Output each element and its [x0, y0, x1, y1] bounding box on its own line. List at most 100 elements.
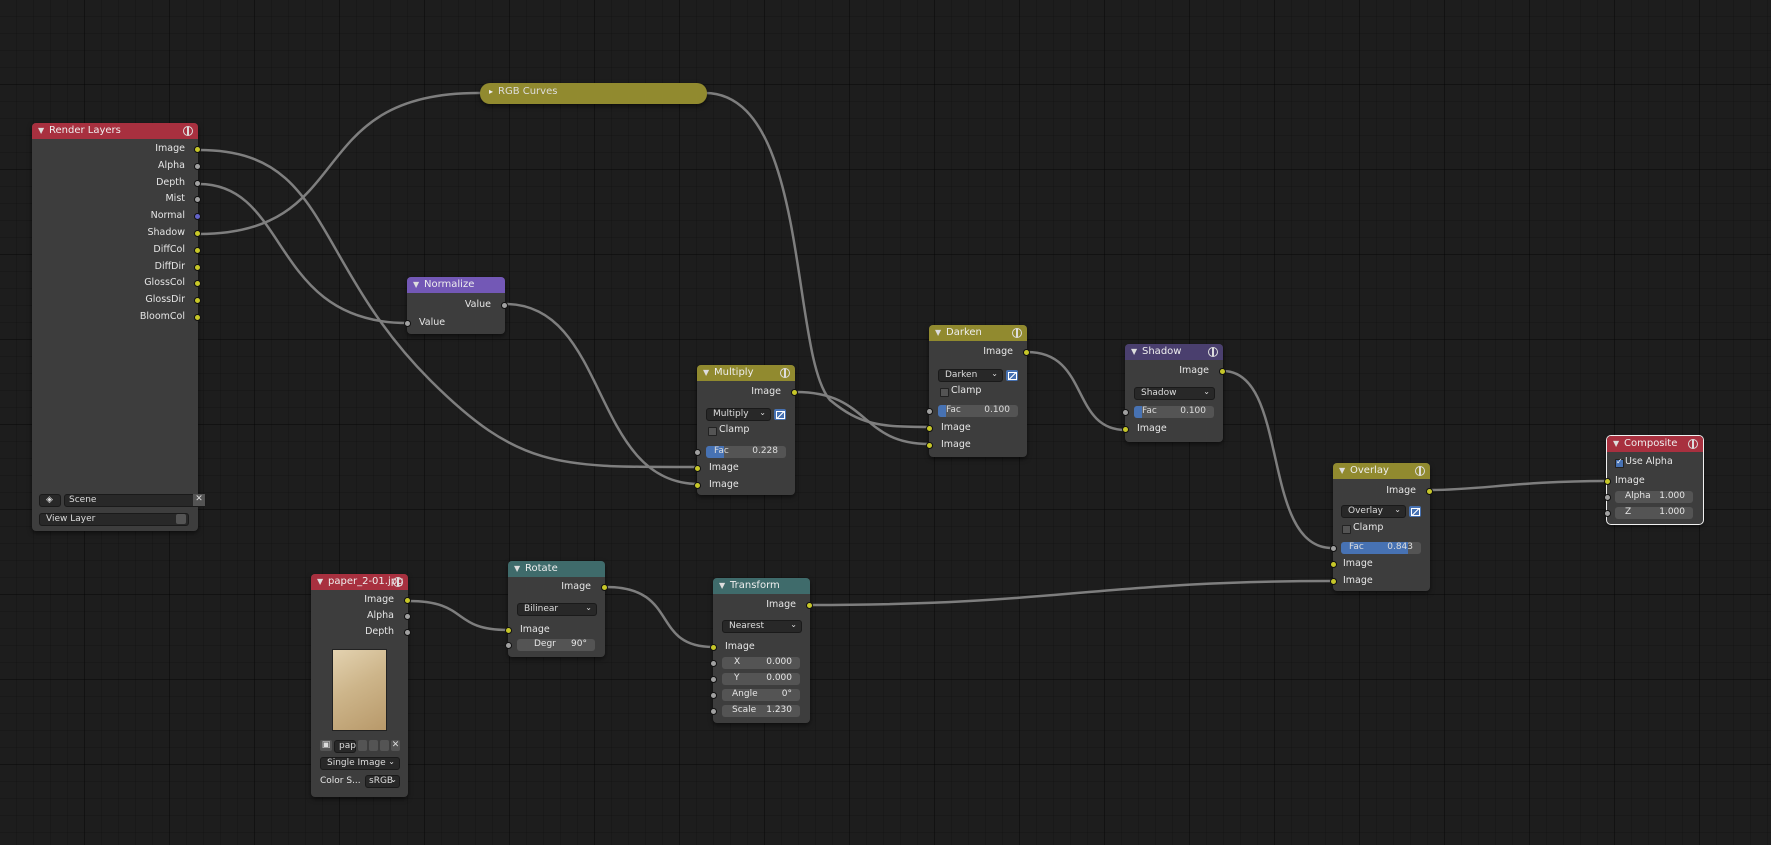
z-socket[interactable] — [1604, 510, 1611, 517]
node-rotate[interactable]: ▼ Rotate Image Bilinear ⌄ Image Degr 90° — [505, 561, 608, 657]
y-socket[interactable] — [710, 676, 717, 683]
input-socket[interactable] — [1330, 561, 1337, 568]
node-darken[interactable]: ▼ Darken Image Darken ⌄ Clamp Fac 0.100 … — [926, 325, 1030, 457]
preview-icon[interactable] — [1415, 466, 1425, 476]
angle-socket[interactable] — [710, 692, 717, 699]
filter-dropdown[interactable]: Nearest ⌄ — [722, 620, 802, 633]
output-socket[interactable] — [791, 389, 798, 396]
node-normalize[interactable]: ▼ Normalize Value Value — [404, 277, 508, 334]
node-rgb-curves[interactable]: ▸ RGB Curves — [480, 83, 707, 104]
node-shadow[interactable]: ▼ Shadow Image Shadow ⌄ Fac 0.100 Image — [1122, 344, 1226, 442]
node-header[interactable]: ▼ Darken — [929, 325, 1027, 341]
use-alpha-checkbox[interactable] — [1615, 457, 1624, 468]
collapse-arrow-icon[interactable]: ▼ — [1131, 347, 1137, 356]
output-socket[interactable] — [501, 302, 508, 309]
collapse-arrow-icon[interactable]: ▼ — [1339, 466, 1345, 475]
node-header[interactable]: ▼ Composite — [1607, 436, 1703, 452]
collapse-arrow-icon[interactable]: ▼ — [38, 126, 44, 135]
color-space-dropdown[interactable]: sRGB ⌄ — [365, 775, 400, 788]
fac-slider[interactable]: Fac 0.228 — [706, 446, 786, 458]
input-socket[interactable] — [1122, 426, 1129, 433]
node-header[interactable]: ▼ paper_2-01.jpg — [311, 574, 408, 590]
scene-field[interactable]: Scene ✕ — [64, 494, 206, 507]
scale-field[interactable]: Scale 1.230 — [722, 705, 800, 717]
fac-socket[interactable] — [694, 449, 701, 456]
layer-render-icon[interactable] — [176, 514, 186, 524]
output-socket[interactable] — [1426, 488, 1433, 495]
input-socket[interactable] — [926, 442, 933, 449]
close-icon[interactable]: ✕ — [391, 740, 400, 751]
output-socket[interactable] — [1023, 349, 1030, 356]
node-composite[interactable]: ▼ Composite Use Alpha Image Alpha 1.000 … — [1604, 435, 1704, 525]
fac-socket[interactable] — [926, 408, 933, 415]
node-overlay[interactable]: ▼ Overlay Image Overlay ⌄ Clamp Fac 0.84… — [1330, 463, 1433, 591]
z-field[interactable]: Z 1.000 — [1615, 507, 1693, 519]
fac-slider[interactable]: Fac 0.100 — [938, 405, 1018, 417]
input-socket[interactable] — [694, 465, 701, 472]
node-header[interactable]: ▼ Transform — [713, 578, 810, 594]
degree-field[interactable]: Degr 90° — [517, 639, 595, 651]
output-socket[interactable] — [194, 179, 201, 187]
preview-icon[interactable] — [393, 577, 403, 587]
output-socket[interactable] — [194, 162, 201, 170]
fac-socket[interactable] — [1122, 409, 1129, 416]
output-socket[interactable] — [194, 146, 201, 153]
node-header[interactable]: ▼ Shadow — [1125, 344, 1223, 360]
output-socket[interactable] — [194, 230, 201, 237]
blend-mode-dropdown[interactable]: Darken ⌄ — [938, 369, 1003, 382]
preview-icon[interactable] — [1208, 347, 1218, 357]
collapse-arrow-icon[interactable]: ▼ — [935, 328, 941, 337]
output-socket[interactable] — [194, 263, 201, 271]
use-alpha-icon[interactable] — [1006, 370, 1018, 381]
node-header[interactable]: ▼ Rotate — [508, 561, 605, 577]
node-header[interactable]: ▼ Multiply — [697, 365, 795, 381]
collapse-arrow-icon[interactable]: ▼ — [514, 564, 520, 573]
y-field[interactable]: Y 0.000 — [722, 673, 800, 685]
collapse-arrow-icon[interactable]: ▸ — [489, 87, 493, 96]
collapse-arrow-icon[interactable]: ▼ — [317, 577, 323, 586]
use-alpha-icon[interactable] — [1409, 506, 1421, 517]
x-field[interactable]: X 0.000 — [722, 657, 800, 669]
output-socket[interactable] — [194, 246, 201, 254]
output-socket[interactable] — [404, 597, 411, 604]
node-transform[interactable]: ▼ Transform Image Nearest ⌄ Image X 0.00… — [710, 578, 813, 723]
output-socket[interactable] — [806, 602, 813, 609]
image-source-dropdown[interactable]: Single Image ⌄ — [320, 757, 400, 770]
output-socket[interactable] — [601, 584, 608, 591]
preview-icon[interactable] — [183, 126, 193, 136]
preview-icon[interactable] — [1688, 439, 1698, 449]
output-socket[interactable] — [404, 629, 411, 636]
scale-socket[interactable] — [710, 708, 717, 715]
folder-icon[interactable] — [380, 740, 389, 751]
image-icon[interactable]: ▣ — [320, 740, 332, 751]
preview-icon[interactable] — [1012, 328, 1022, 338]
fac-slider[interactable]: Fac 0.100 — [1134, 406, 1214, 418]
output-socket[interactable] — [194, 314, 201, 321]
input-socket[interactable] — [505, 627, 512, 634]
use-alpha-icon[interactable] — [774, 409, 786, 420]
close-icon[interactable]: ✕ — [193, 494, 205, 506]
node-image[interactable]: ▼ paper_2-01.jpg Image Alpha Depth ▣ pap ✕… — [311, 574, 411, 797]
input-socket[interactable] — [1604, 478, 1611, 485]
node-render-layers[interactable]: ▼ Render Layers Image Alpha Depth Mist Norma… — [32, 123, 206, 531]
angle-field[interactable]: Angle 0° — [722, 689, 800, 701]
x-socket[interactable] — [710, 660, 717, 667]
input-socket[interactable] — [926, 425, 933, 432]
output-socket[interactable] — [404, 613, 411, 620]
blend-mode-dropdown[interactable]: Multiply ⌄ — [706, 408, 771, 421]
node-header[interactable]: ▼ Render Layers — [32, 123, 198, 139]
filter-dropdown[interactable]: Bilinear ⌄ — [517, 603, 597, 616]
node-header[interactable]: ▼ Overlay — [1333, 463, 1430, 479]
input-socket[interactable] — [694, 482, 701, 489]
alpha-socket[interactable] — [1604, 494, 1611, 501]
collapse-arrow-icon[interactable]: ▼ — [413, 280, 419, 289]
node-multiply[interactable]: ▼ Multiply Image Multiply ⌄ Clamp Fac 0.… — [694, 365, 798, 495]
view-layer-dropdown[interactable]: View Layer ⌄ — [39, 513, 189, 526]
clamp-checkbox[interactable] — [1342, 525, 1351, 534]
scene-selector[interactable]: ◈ — [39, 494, 61, 507]
preview-icon[interactable] — [780, 368, 790, 378]
node-header[interactable]: ▼ Normalize — [407, 277, 505, 293]
fake-user-icon[interactable] — [358, 740, 367, 751]
alpha-field[interactable]: Alpha 1.000 — [1615, 491, 1693, 503]
clamp-checkbox[interactable] — [708, 427, 717, 436]
